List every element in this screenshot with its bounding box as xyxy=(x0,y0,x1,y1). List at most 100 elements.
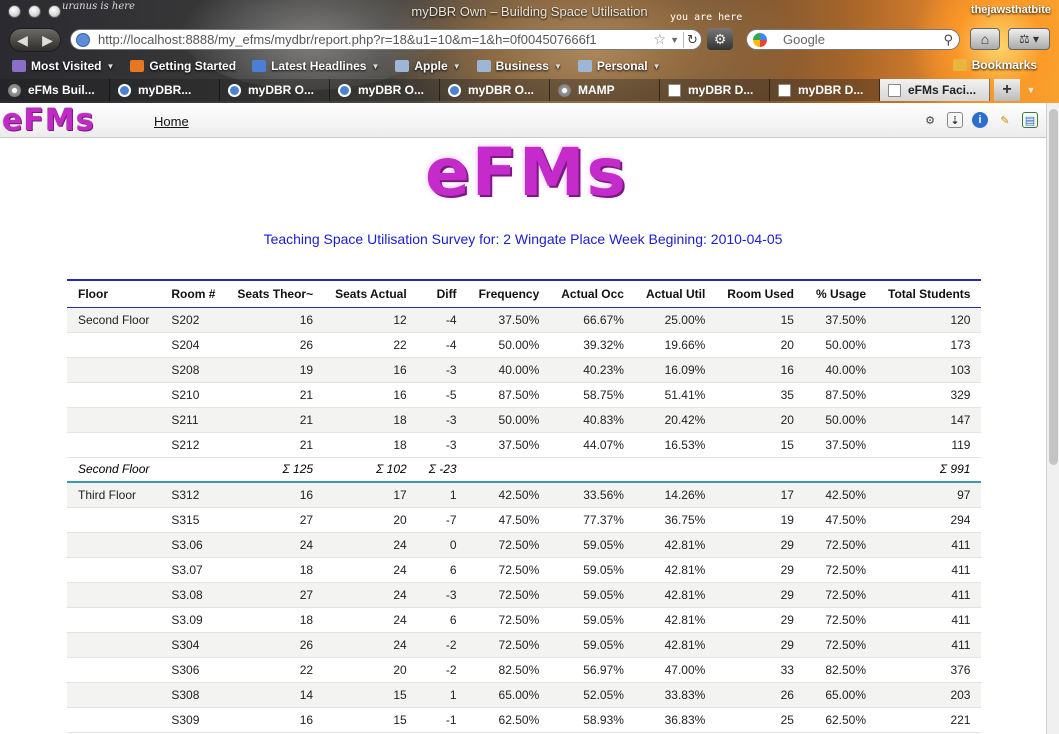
bookmark-star-icon[interactable]: ☆ xyxy=(654,31,667,48)
browser-tab[interactable]: myDBR D... xyxy=(770,79,880,101)
browser-tab[interactable]: MAMP xyxy=(550,79,660,101)
table-cell: 1 xyxy=(417,482,468,508)
table-cell: 25.00% xyxy=(634,307,717,333)
table-cell: 411 xyxy=(877,532,982,558)
table-cell: S3.08 xyxy=(160,582,227,608)
bookmark-item[interactable]: Apple ▼ xyxy=(395,59,461,73)
table-cell: 42.50% xyxy=(467,482,551,508)
new-tab-button[interactable]: + xyxy=(994,79,1020,101)
home-link[interactable]: Home xyxy=(154,114,189,129)
bookmarks-menu-label: Bookmarks xyxy=(971,58,1037,72)
table-cell: 120 xyxy=(877,307,982,333)
table-cell: 37.50% xyxy=(467,307,551,333)
table-cell: Σ 991 xyxy=(877,457,982,483)
url-text[interactable]: http://localhost:8888/my_efms/mydbr/repo… xyxy=(98,32,654,47)
table-cell: 14 xyxy=(226,682,325,708)
table-cell: S202 xyxy=(160,307,227,333)
table-cell: 411 xyxy=(877,557,982,583)
forward-arrow-icon[interactable]: ▶ xyxy=(42,32,53,49)
table-cell: 20 xyxy=(716,332,805,358)
addon-menu-button[interactable]: ⚖ ▾ xyxy=(1008,28,1050,50)
table-cell: 42.81% xyxy=(634,582,717,608)
table-cell: 22 xyxy=(226,657,325,683)
table-cell: Third Floor xyxy=(67,482,161,508)
table-cell: 33.56% xyxy=(550,482,635,508)
column-header[interactable]: Floor xyxy=(67,279,161,308)
chevron-down-icon: ▼ xyxy=(652,61,661,71)
bookmark-item[interactable]: Business ▼ xyxy=(476,59,562,73)
column-header[interactable]: Actual Occ xyxy=(550,279,635,308)
table-cell: 1 xyxy=(417,682,468,708)
chart-icon[interactable]: ▤ xyxy=(1022,112,1038,128)
reload-icon[interactable]: ↻ xyxy=(683,31,701,48)
bookmarks-menu-button[interactable]: Bookmarks xyxy=(952,58,1037,72)
table-row: S210 21 16 -5 87.50% 58.75% 51.41% 35 87.50% 329 xyxy=(67,382,982,408)
bookmark-item[interactable]: Getting Started xyxy=(130,59,236,73)
column-header[interactable]: Seats Theor~ xyxy=(226,279,325,308)
back-arrow-icon[interactable]: ◀ xyxy=(17,32,28,49)
column-header[interactable]: Frequency xyxy=(467,279,551,308)
table-cell: 47.50% xyxy=(804,507,878,533)
edit-pencil-icon[interactable]: ✎ xyxy=(997,112,1013,128)
google-engine-icon[interactable] xyxy=(753,32,767,47)
efms-logo-small[interactable]: eFMs xyxy=(2,103,95,138)
column-header[interactable]: % Usage xyxy=(804,279,878,308)
bookmark-item[interactable]: Personal ▼ xyxy=(577,59,661,73)
browser-tab[interactable]: myDBR O... xyxy=(220,79,330,101)
table-cell: 82.50% xyxy=(467,657,551,683)
table-cell: 20 xyxy=(716,407,805,433)
table-cell: 58.75% xyxy=(550,382,635,408)
page-scrollbar[interactable] xyxy=(1046,103,1059,734)
search-input[interactable]: Google xyxy=(783,32,943,47)
table-cell: 19 xyxy=(716,507,805,533)
search-icon[interactable]: ⚲ xyxy=(943,32,953,48)
table-cell: S312 xyxy=(160,482,227,508)
browser-tab[interactable]: eFMs Buil... xyxy=(0,79,110,101)
browser-tab[interactable]: eFMs Faci... xyxy=(880,79,990,101)
table-cell: 42.81% xyxy=(634,557,717,583)
table-cell: 72.50% xyxy=(467,557,551,583)
column-header[interactable]: Total Students xyxy=(877,279,982,308)
table-cell: 24 xyxy=(324,632,418,658)
browser-tab[interactable]: myDBR O... xyxy=(440,79,550,101)
gear-icon[interactable]: ⚙ xyxy=(707,28,733,50)
settings-gear-icon[interactable]: ⚙ xyxy=(922,112,938,128)
tab-label: myDBR D... xyxy=(798,83,864,97)
theme-annotation-text: you are here xyxy=(670,12,743,23)
table-cell: 50.00% xyxy=(467,332,551,358)
column-header[interactable]: Actual Util xyxy=(634,279,717,308)
column-header[interactable]: Room # xyxy=(160,279,227,308)
table-cell: 6 xyxy=(417,557,468,583)
bookmark-item[interactable]: Latest Headlines ▼ xyxy=(252,59,379,73)
table-cell: 411 xyxy=(877,607,982,633)
table-cell: 147 xyxy=(877,407,982,433)
scrollbar-thumb[interactable] xyxy=(1049,109,1058,465)
table-cell: 29 xyxy=(716,557,805,583)
browser-tab[interactable]: myDBR O... xyxy=(330,79,440,101)
browser-tab[interactable]: myDBR D... xyxy=(660,79,770,101)
table-row: S3.07 18 24 6 72.50% 59.05% 42.81% 29 72.50% 411 xyxy=(67,557,982,583)
site-identity-icon[interactable] xyxy=(76,32,90,47)
column-header[interactable]: Diff xyxy=(417,279,468,308)
column-header[interactable]: Room Used xyxy=(716,279,805,308)
tab-label: eFMs Buil... xyxy=(28,83,95,97)
url-history-dropdown-icon[interactable]: ▼ xyxy=(670,35,679,45)
table-cell: 20.42% xyxy=(634,407,717,433)
home-icon[interactable]: ⌂ xyxy=(970,28,1000,50)
chevron-down-icon: ▼ xyxy=(371,61,380,71)
table-cell: S3.06 xyxy=(160,532,227,558)
column-header[interactable]: Seats Actual xyxy=(324,279,418,308)
table-cell: 24 xyxy=(226,532,325,558)
info-icon[interactable]: i xyxy=(972,112,988,128)
tab-list-icon[interactable]: ▼ xyxy=(1020,79,1042,102)
export-icon[interactable]: ⇣ xyxy=(947,112,963,128)
bookmark-item[interactable]: Most Visited ▼ xyxy=(12,59,114,73)
table-cell: 16.09% xyxy=(634,357,717,383)
address-bar[interactable]: http://localhost:8888/my_efms/mydbr/repo… xyxy=(70,29,702,50)
back-forward-buttons[interactable]: ◀ ▶ xyxy=(9,28,61,52)
table-cell: 24 xyxy=(324,607,418,633)
chevron-down-icon: ▼ xyxy=(553,61,562,71)
search-bar[interactable]: Google ⚲ xyxy=(746,29,960,50)
table-row: S308 14 15 1 65.00% 52.05% 33.83% 26 65.00% 203 xyxy=(67,682,982,708)
browser-tab[interactable]: myDBR... xyxy=(110,79,220,101)
